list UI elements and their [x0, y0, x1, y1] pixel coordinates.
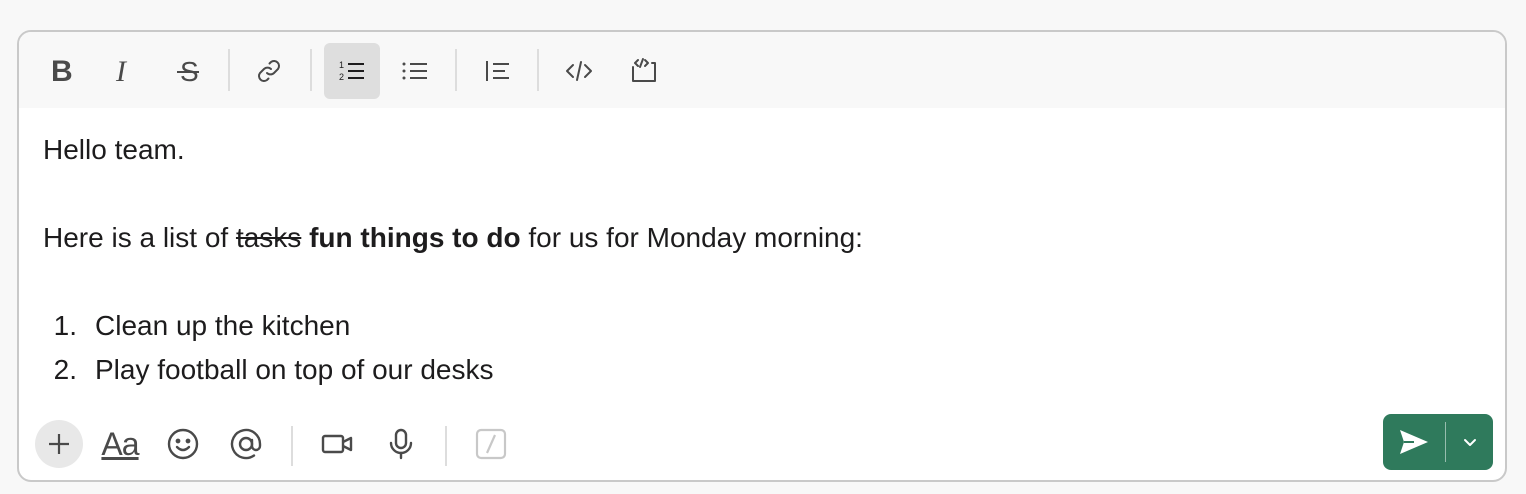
- mention-icon: [230, 428, 262, 460]
- send-button[interactable]: [1383, 414, 1445, 470]
- list-number: 2.: [53, 354, 77, 385]
- italic-button[interactable]: I: [95, 43, 151, 99]
- formatting-toolbar: B I S 12: [19, 32, 1505, 108]
- greeting-line: Hello team.: [43, 134, 185, 165]
- audio-clip-button[interactable]: [377, 420, 425, 468]
- emoji-button[interactable]: [159, 420, 207, 468]
- microphone-icon: [389, 428, 413, 460]
- code-block-button[interactable]: [616, 43, 672, 99]
- link-button[interactable]: [241, 43, 297, 99]
- bold-icon: B: [51, 57, 73, 85]
- video-icon: [321, 434, 353, 454]
- toolbar-divider: [537, 49, 539, 91]
- empty-line: [43, 172, 1483, 216]
- svg-text:I: I: [115, 57, 128, 85]
- toolbar-divider: [291, 426, 293, 466]
- svg-text:2: 2: [339, 72, 344, 82]
- bulleted-list-button[interactable]: [387, 43, 443, 99]
- blockquote-button[interactable]: [469, 43, 525, 99]
- empty-line: [43, 260, 1483, 304]
- link-icon: [258, 60, 280, 82]
- composer-actions: Aa: [19, 408, 1505, 480]
- format-text-icon: Aa: [101, 425, 139, 462]
- ordered-list-icon: 12: [339, 60, 364, 82]
- svg-text:1: 1: [339, 60, 344, 70]
- code-button[interactable]: [551, 43, 607, 99]
- list-number: 1.: [53, 310, 77, 341]
- toolbar-divider: [310, 49, 312, 91]
- intro-text: Here is a list of: [43, 222, 236, 253]
- svg-text:B: B: [51, 57, 73, 85]
- intro-line: Here is a list of tasks fun things to do…: [43, 216, 1483, 260]
- italic-icon: I: [115, 57, 128, 85]
- struck-text: tasks: [235, 222, 302, 253]
- format-toggle-button[interactable]: Aa: [97, 420, 143, 468]
- send-icon: [1400, 430, 1428, 454]
- strikethrough-icon: S: [177, 57, 199, 85]
- toolbar-divider: [455, 49, 457, 91]
- video-clip-button[interactable]: [313, 420, 361, 468]
- bulleted-list-icon: [402, 62, 427, 80]
- message-composer: B I S 12 Hello team. Here is a list of t…: [17, 30, 1507, 482]
- slash-command-icon: [475, 428, 507, 460]
- mention-button[interactable]: [222, 420, 270, 468]
- space-text: [301, 222, 309, 253]
- send-button-group: [1383, 414, 1493, 470]
- list-item: 1. Clean up the kitchen: [43, 304, 1483, 348]
- ordered-list: 1. Clean up the kitchen 2. Play football o…: [43, 304, 1483, 392]
- toolbar-divider: [228, 49, 230, 91]
- toolbar-divider: [445, 426, 447, 466]
- ordered-list-button[interactable]: 12: [324, 43, 380, 99]
- bold-button[interactable]: B: [32, 43, 88, 99]
- list-item: 2. Play football on top of our desks: [43, 348, 1483, 392]
- attach-button[interactable]: [35, 420, 83, 468]
- intro-suffix: for us for Monday morning:: [520, 222, 863, 253]
- bold-text: fun things to do: [309, 222, 521, 253]
- chevron-down-icon: [1463, 439, 1476, 446]
- message-input[interactable]: Hello team. Here is a list of tasks fun …: [43, 128, 1483, 392]
- code-block-icon: [632, 58, 656, 82]
- slash-command-button[interactable]: [467, 420, 515, 468]
- list-item-text: Clean up the kitchen: [95, 310, 351, 341]
- schedule-send-button[interactable]: [1446, 414, 1493, 470]
- emoji-icon: [167, 428, 199, 460]
- strikethrough-button[interactable]: S: [160, 43, 216, 99]
- list-item-text: Play football on top of our desks: [95, 354, 494, 385]
- plus-icon: [49, 434, 69, 454]
- blockquote-icon: [486, 61, 509, 81]
- code-icon: [566, 61, 592, 81]
